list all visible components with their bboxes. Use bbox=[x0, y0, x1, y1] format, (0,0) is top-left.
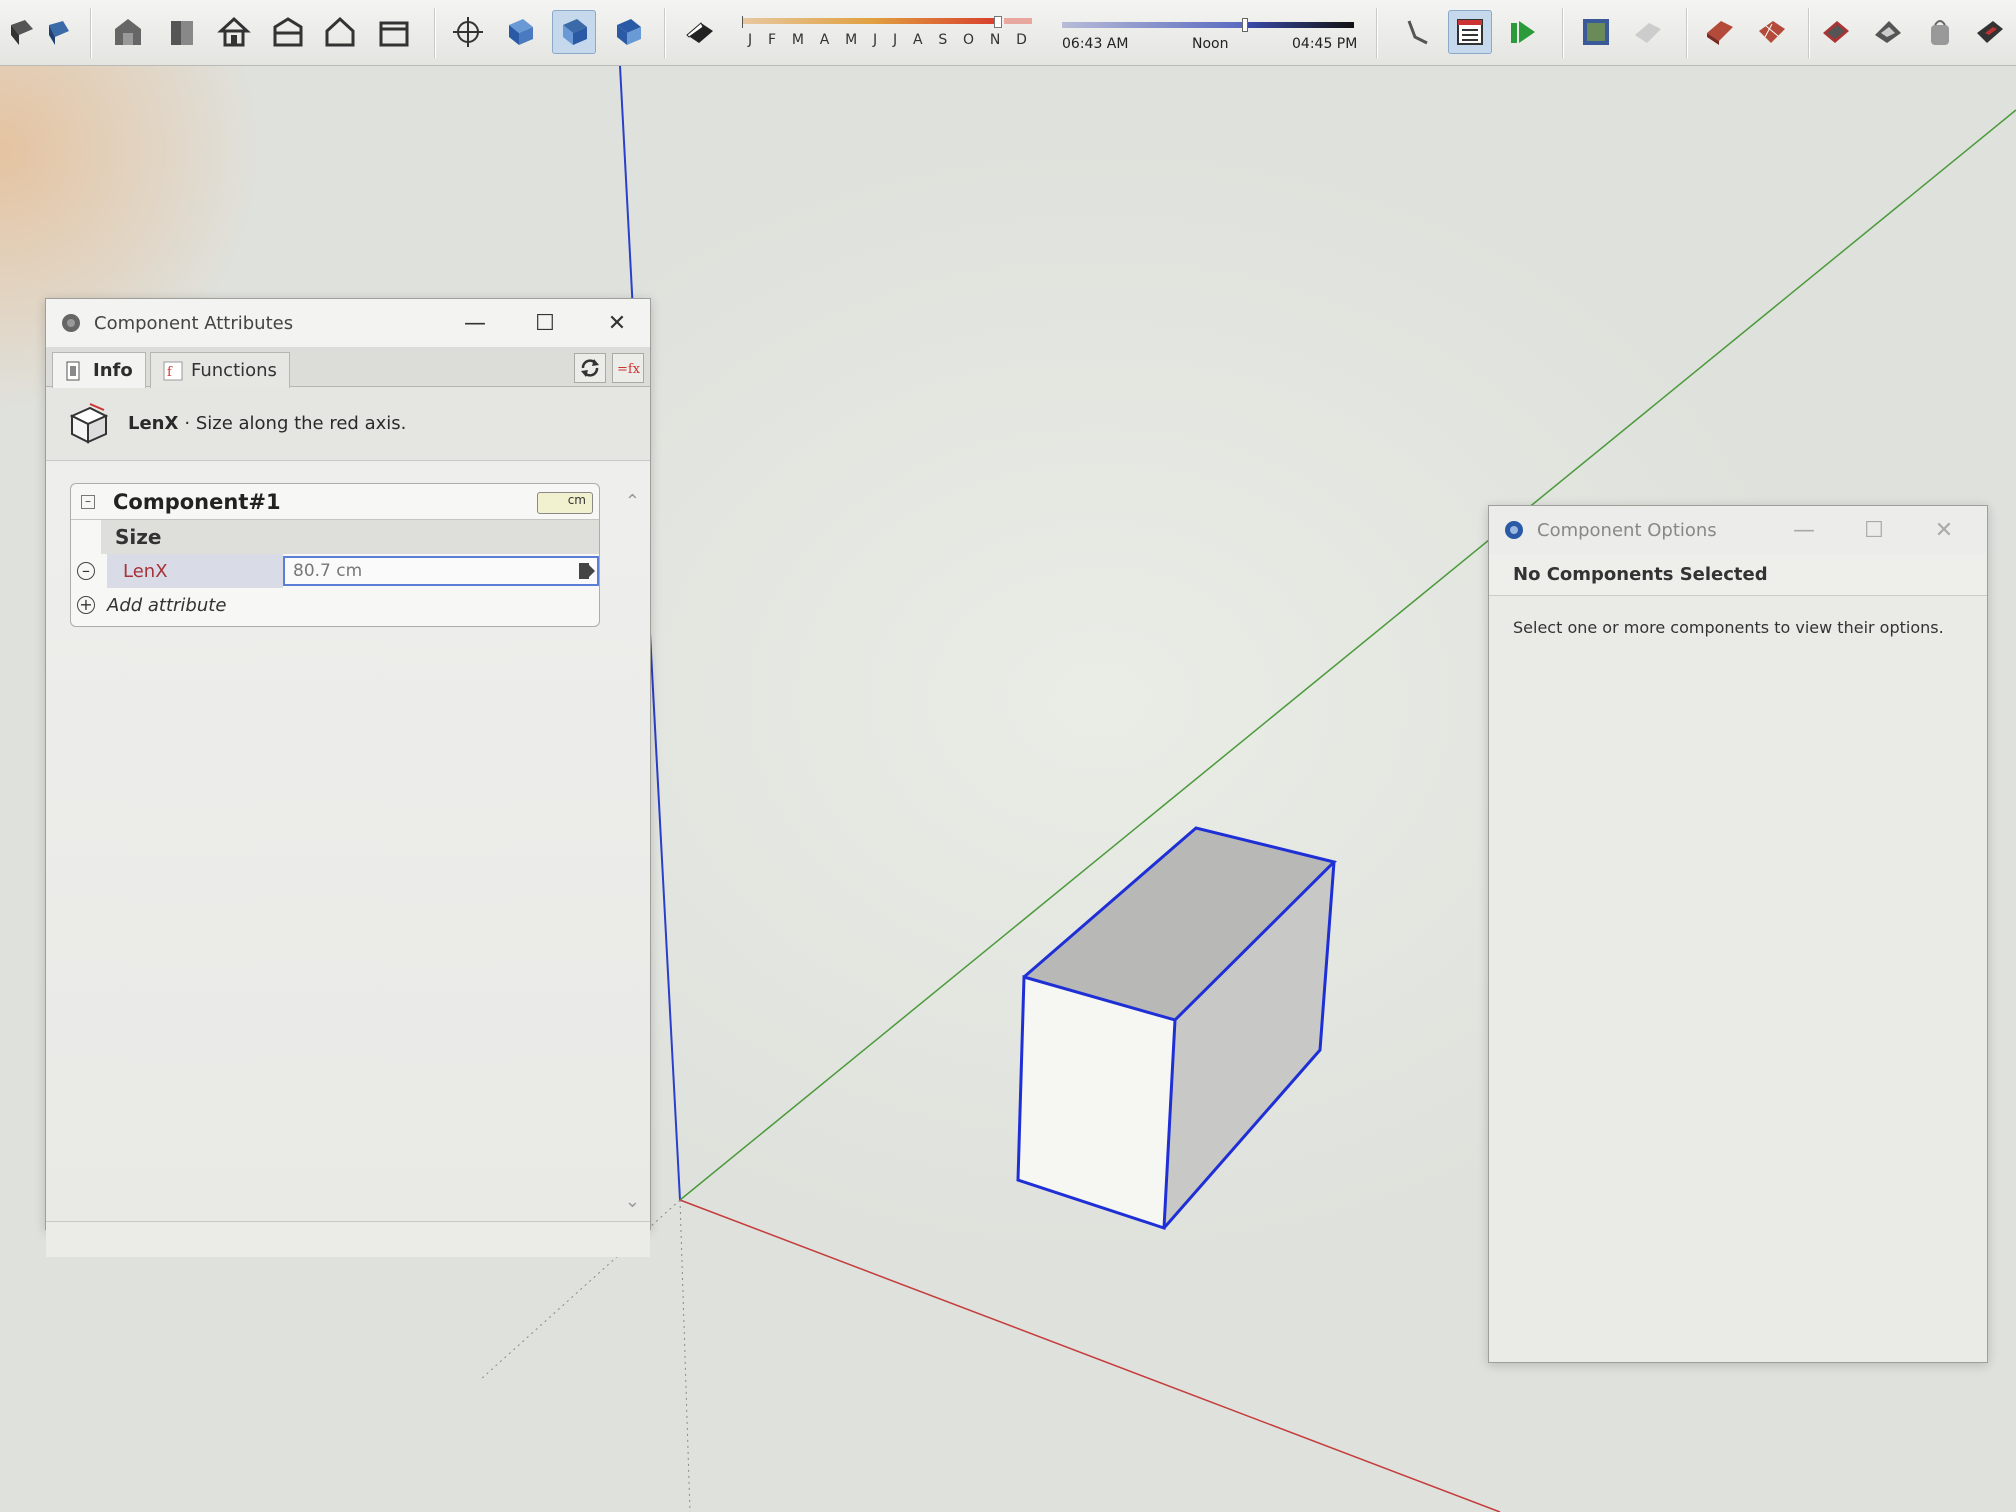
info-icon bbox=[65, 361, 83, 381]
sandbox-icon[interactable] bbox=[1866, 10, 1910, 54]
dialog-title: Component Options bbox=[1537, 519, 1717, 541]
month-slider-thumb[interactable] bbox=[994, 16, 1002, 28]
house-front-icon[interactable] bbox=[160, 10, 204, 54]
month-label: J bbox=[892, 32, 899, 48]
maximize-button[interactable]: ☐ bbox=[510, 299, 580, 347]
minimize-button[interactable]: — bbox=[440, 299, 510, 347]
component-blue-icon[interactable] bbox=[36, 10, 80, 54]
layer-icon[interactable] bbox=[1814, 10, 1858, 54]
iso-view-icon[interactable] bbox=[498, 10, 542, 54]
info-attribute-name: LenX bbox=[128, 413, 179, 434]
attribute-info-bar: LenX · Size along the red axis. bbox=[46, 387, 650, 461]
add-attribute-row[interactable]: + Add attribute bbox=[71, 588, 599, 622]
component-attributes-titlebar[interactable]: Component Attributes — ☐ ✕ bbox=[46, 299, 650, 347]
text-list-icon[interactable] bbox=[1448, 10, 1492, 54]
edit-formula-icon[interactable] bbox=[577, 561, 595, 581]
home-icon[interactable] bbox=[212, 10, 256, 54]
tab-functions[interactable]: f Functions bbox=[150, 352, 290, 388]
close-button[interactable]: ✕ bbox=[582, 299, 652, 347]
attribute-row-lenx: – LenX bbox=[71, 554, 599, 588]
scroll-up-icon[interactable]: ⌃ bbox=[625, 491, 640, 512]
component-options-dialog: Component Options — ☐ ✕ No Components Se… bbox=[1488, 505, 1988, 1363]
month-label: A bbox=[819, 32, 831, 48]
month-label: J bbox=[873, 32, 879, 48]
month-label: O bbox=[963, 32, 976, 48]
map-icon[interactable] bbox=[1574, 10, 1618, 54]
tab-info-label: Info bbox=[93, 360, 133, 381]
dynamic-component-icon bbox=[1505, 521, 1523, 539]
attribute-name-lenx[interactable]: LenX bbox=[107, 554, 283, 588]
close-button[interactable]: ✕ bbox=[1909, 506, 1979, 554]
dialog-title: Component Attributes bbox=[94, 312, 294, 334]
month-labels: J F M A M J J A S O N D bbox=[748, 32, 1028, 48]
house-icon[interactable] bbox=[372, 10, 416, 54]
remove-attribute-button[interactable]: – bbox=[77, 562, 95, 580]
lenx-value-input[interactable] bbox=[283, 556, 599, 586]
footprint-icon[interactable] bbox=[1396, 10, 1440, 54]
month-slider[interactable] bbox=[742, 16, 1032, 30]
functions-icon: f bbox=[163, 361, 183, 381]
unit-ruler-badge[interactable]: cm bbox=[537, 492, 593, 514]
month-label: F bbox=[767, 32, 778, 48]
month-label: N bbox=[989, 32, 1002, 48]
terrain-icon[interactable] bbox=[1626, 10, 1670, 54]
roof-icon[interactable] bbox=[1698, 10, 1742, 54]
component-options-titlebar[interactable]: Component Options — ☐ ✕ bbox=[1489, 506, 1987, 554]
main-toolbar: J F M A M J J A S O N D 06:43 AM Noon 04… bbox=[0, 0, 2016, 66]
attribute-list-area: – Component#1 cm Size – LenX + Add attri… bbox=[46, 461, 650, 1221]
selected-box-component[interactable] bbox=[1016, 826, 1337, 1231]
sunset-time-label: 04:45 PM bbox=[1292, 36, 1358, 52]
component-attribute-panel: – Component#1 cm Size – LenX + Add attri… bbox=[70, 483, 600, 627]
month-label: J bbox=[748, 32, 754, 48]
play-forward-icon[interactable] bbox=[1502, 10, 1546, 54]
add-attribute-label[interactable]: Add attribute bbox=[107, 595, 226, 616]
tab-functions-label: Functions bbox=[191, 360, 277, 381]
minimize-button[interactable]: — bbox=[1769, 506, 1839, 554]
component-name: Component#1 bbox=[113, 489, 281, 514]
extension-icon[interactable] bbox=[1968, 10, 2012, 54]
bag-icon[interactable] bbox=[1918, 10, 1962, 54]
tab-info[interactable]: Info bbox=[52, 352, 146, 388]
month-label: D bbox=[1016, 32, 1028, 48]
refresh-icon bbox=[581, 359, 599, 377]
collapse-toggle[interactable]: – bbox=[81, 494, 95, 509]
no-selection-heading: No Components Selected bbox=[1489, 554, 1987, 596]
attribute-tabs: Info f Functions =fx bbox=[46, 347, 650, 388]
svg-text:=fx: =fx bbox=[617, 362, 640, 377]
time-slider[interactable] bbox=[1062, 18, 1354, 34]
month-label: A bbox=[912, 32, 924, 48]
month-label: M bbox=[791, 32, 805, 48]
month-label: M bbox=[845, 32, 859, 48]
dynamic-component-icon bbox=[62, 314, 80, 332]
component-box-icon bbox=[69, 402, 109, 444]
top-view-icon[interactable] bbox=[552, 10, 596, 54]
month-label: S bbox=[938, 32, 949, 48]
toggle-formula-view-button[interactable]: =fx bbox=[612, 353, 644, 383]
size-group-header: Size bbox=[101, 520, 599, 554]
formula-icon: =fx bbox=[617, 362, 640, 377]
shadow-icon[interactable] bbox=[678, 10, 722, 54]
orbit-icon[interactable] bbox=[446, 10, 490, 54]
sunrise-time-label: 06:43 AM bbox=[1062, 36, 1129, 52]
component-header: – Component#1 cm bbox=[71, 484, 599, 520]
maximize-button[interactable]: ☐ bbox=[1839, 506, 1909, 554]
status-bar bbox=[46, 1221, 650, 1257]
warehouse-icon[interactable] bbox=[266, 10, 310, 54]
no-selection-message: Select one or more components to view th… bbox=[1513, 618, 1944, 637]
front-view-icon[interactable] bbox=[606, 10, 650, 54]
scroll-down-icon[interactable]: ⌄ bbox=[625, 1191, 640, 1212]
red-axis bbox=[679, 1199, 1501, 1512]
component-attributes-dialog: Component Attributes — ☐ ✕ Info f Functi… bbox=[45, 298, 651, 1257]
add-attribute-icon[interactable]: + bbox=[77, 596, 95, 614]
grid-icon[interactable] bbox=[1750, 10, 1794, 54]
house-outline-icon[interactable] bbox=[318, 10, 362, 54]
noon-time-label: Noon bbox=[1192, 36, 1229, 52]
blue-axis-negative bbox=[679, 1199, 691, 1512]
refresh-button[interactable] bbox=[574, 353, 606, 383]
info-attribute-description: · Size along the red axis. bbox=[184, 413, 407, 434]
building-icon[interactable] bbox=[106, 10, 150, 54]
